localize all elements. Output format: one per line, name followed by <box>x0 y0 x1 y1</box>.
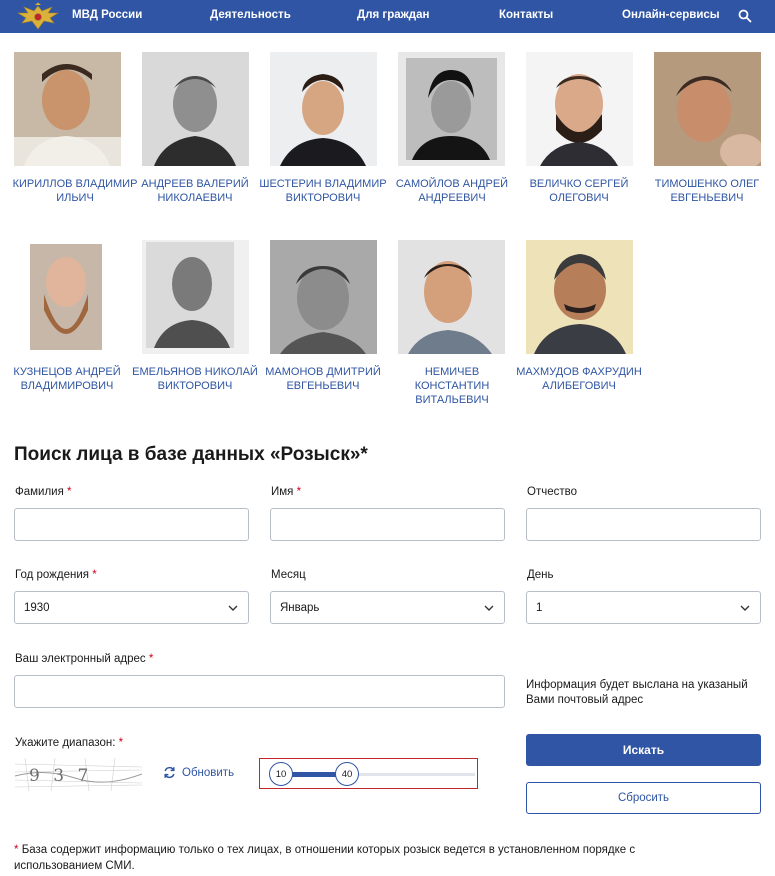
email-input[interactable] <box>15 676 504 707</box>
patronymic-field[interactable] <box>526 508 761 541</box>
required-mark: * <box>118 737 124 749</box>
person-photo[interactable] <box>14 240 121 354</box>
last-name-field[interactable] <box>14 508 249 541</box>
required-mark: * <box>148 653 154 665</box>
form-title: Поиск лица в базе данных «Розыск»* <box>14 444 368 465</box>
first-name-field[interactable] <box>270 508 505 541</box>
person-photo[interactable] <box>270 240 377 354</box>
captcha-text: 9 3 7 <box>29 766 92 786</box>
patronymic-input[interactable] <box>527 509 760 540</box>
person-name-link[interactable]: ШЕСТЕРИН ВЛАДИМИР ВИКТОРОВИЧ <box>259 177 387 205</box>
person-name-link[interactable]: МАМОНОВ ДМИТРИЙ ЕВГЕНЬЕВИЧ <box>259 365 387 393</box>
person-name-link[interactable]: ВЕЛИЧКО СЕРГЕЙ ОЛЕГОВИЧ <box>515 177 643 205</box>
range-max-handle[interactable]: 40 <box>335 762 359 786</box>
search-button[interactable]: Искать <box>526 734 761 766</box>
required-mark: * <box>14 844 19 856</box>
refresh-captcha-button[interactable]: Обновить <box>163 766 234 779</box>
month-select[interactable]: Январь <box>270 591 505 624</box>
top-navigation-bar: МВД России Деятельность Для граждан Конт… <box>0 0 775 33</box>
person-name-link[interactable]: АНДРЕЕВ ВАЛЕРИЙ НИКОЛАЕВИЧ <box>131 177 259 205</box>
birth-year-label: Год рождения * <box>15 569 97 581</box>
range-slider[interactable]: 10 40 <box>259 758 478 789</box>
person-name-link[interactable]: МАХМУДОВ ФАХРУДИН АЛИБЕГОВИЧ <box>515 365 643 393</box>
first-name-input[interactable] <box>271 509 504 540</box>
person-photo[interactable] <box>142 52 249 166</box>
day-label: День <box>527 569 554 581</box>
day-select[interactable]: 1 <box>526 591 761 624</box>
month-value: Январь <box>280 601 320 614</box>
range-min-handle[interactable]: 10 <box>269 762 293 786</box>
person-photo[interactable] <box>654 52 761 166</box>
person-photo[interactable] <box>398 52 505 166</box>
person-photo[interactable] <box>142 240 249 354</box>
required-mark: * <box>92 569 97 581</box>
mvd-emblem-icon[interactable] <box>14 2 62 32</box>
person-name-link[interactable]: ТИМОШЕНКО ОЛЕГ ЕВГЕНЬЕВИЧ <box>643 177 771 205</box>
person-name-link[interactable]: НЕМИЧЕВ КОНСТАНТИН ВИТАЛЬЕВИЧ <box>388 365 516 407</box>
person-photo[interactable] <box>398 240 505 354</box>
email-field[interactable] <box>14 675 505 708</box>
email-label: Ваш электронный адрес * <box>15 653 154 665</box>
refresh-icon <box>164 766 175 779</box>
chevron-down-icon <box>740 605 750 611</box>
last-name-input[interactable] <box>15 509 248 540</box>
patronymic-label: Отчество <box>527 486 577 498</box>
search-icon[interactable] <box>738 9 752 23</box>
person-photo[interactable] <box>270 52 377 166</box>
footnote-text: База содержит информацию только о тех ли… <box>14 844 636 872</box>
person-photo[interactable] <box>526 52 633 166</box>
chevron-down-icon <box>484 605 494 611</box>
nav-item-online-services[interactable]: Онлайн-сервисы <box>622 9 720 21</box>
person-name-link[interactable]: КУЗНЕЦОВ АНДРЕЙ ВЛАДИМИРОВИЧ <box>3 365 131 393</box>
month-label: Месяц <box>271 569 306 581</box>
first-name-label: Имя * <box>271 486 302 498</box>
required-mark: * <box>67 486 72 498</box>
nav-item-for-citizens[interactable]: Для граждан <box>357 9 429 21</box>
brand-link[interactable]: МВД России <box>72 9 142 21</box>
birth-year-value: 1930 <box>24 601 50 614</box>
nav-item-contacts[interactable]: Контакты <box>499 9 553 21</box>
last-name-label: Фамилия * <box>15 486 72 498</box>
person-name-link[interactable]: САМОЙЛОВ АНДРЕЙ АНДРЕЕВИЧ <box>388 177 516 205</box>
footnote: * База содержит информацию только о тех … <box>14 842 714 874</box>
chevron-down-icon <box>228 605 238 611</box>
reset-button[interactable]: Сбросить <box>526 782 761 814</box>
nav-item-activity[interactable]: Деятельность <box>210 9 291 21</box>
range-label: Укажите диапазон: * <box>15 737 124 749</box>
person-name-link[interactable]: ЕМЕЛЬЯНОВ НИКОЛАЙ ВИКТОРОВИЧ <box>131 365 259 393</box>
required-mark: * <box>296 486 302 498</box>
person-name-link[interactable]: КИРИЛЛОВ ВЛАДИМИР ИЛЬИЧ <box>11 177 139 205</box>
captcha-image: 9 3 7 <box>15 758 142 791</box>
person-photo[interactable] <box>526 240 633 354</box>
person-photo[interactable] <box>14 52 121 166</box>
birth-year-select[interactable]: 1930 <box>14 591 249 624</box>
email-info-text: Информация будет выслана на указаный Вам… <box>526 679 748 706</box>
refresh-label: Обновить <box>182 766 235 779</box>
day-value: 1 <box>536 601 543 614</box>
